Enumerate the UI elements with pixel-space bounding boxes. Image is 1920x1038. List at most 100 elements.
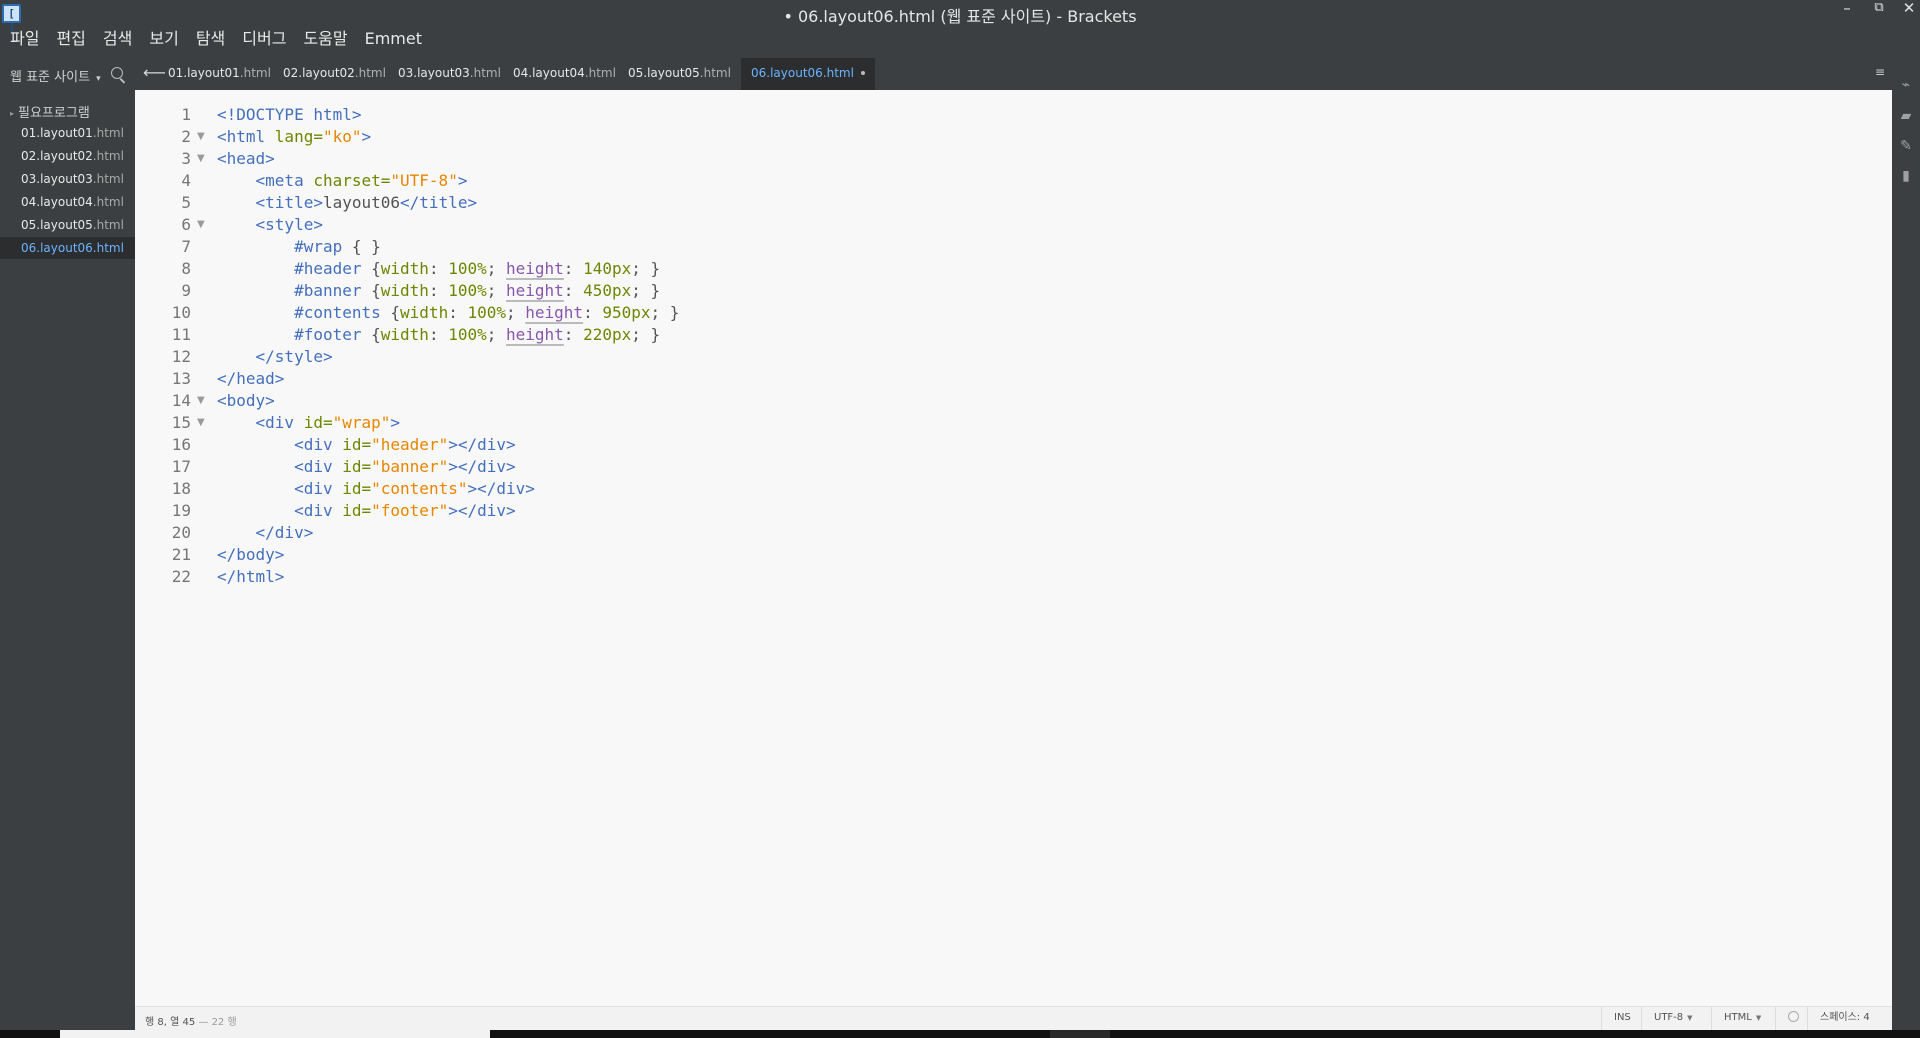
file-name: 03.layout03 (21, 172, 93, 186)
menu-debug[interactable]: 디버그 (232, 27, 293, 51)
lint-status-icon (1788, 1011, 1799, 1022)
file-ext: .html (92, 195, 124, 209)
code-line: <!DOCTYPE html> (217, 104, 362, 126)
menu-file[interactable]: 파일 (0, 27, 46, 51)
tab-label: 05.layout05 (628, 66, 700, 80)
menu-find[interactable]: 검색 (93, 27, 139, 51)
language-select[interactable]: HTML ▼ (1711, 1007, 1775, 1031)
tab-ext: .html (699, 66, 731, 80)
tab-03[interactable]: 03.layout03.html (388, 58, 511, 90)
code-token: 100% (448, 281, 487, 300)
indent-setting[interactable]: 스페이스: 4 (1807, 1007, 1892, 1031)
window-title: • 06.layout06.html (웹 표준 사이트) - Brackets (783, 7, 1137, 26)
code-line: <div id="banner"></div> (217, 456, 516, 478)
insert-mode-toggle[interactable]: INS (1601, 1007, 1641, 1031)
code-token: "banner" (371, 457, 449, 476)
code-token: 140px (583, 259, 632, 278)
encoding-select[interactable]: UTF-8 ▼ (1641, 1007, 1711, 1031)
code-token: ></div> (448, 501, 516, 520)
code-token: id= (342, 457, 372, 476)
code-token: ; } (650, 303, 680, 322)
code-token: id= (342, 435, 372, 454)
taskbar-item[interactable] (1050, 1030, 1110, 1038)
line-count: — 22 행 (198, 1017, 237, 1028)
code-token: width (380, 325, 429, 344)
tab-01[interactable]: 01.layout01.html (158, 58, 281, 90)
code-line: </div> (217, 522, 314, 544)
taskbar-search-field[interactable] (60, 1030, 490, 1038)
menu-help[interactable]: 도움말 (293, 27, 354, 51)
code-token: <style> (255, 215, 323, 234)
code-token: <div (294, 457, 343, 476)
tab-ext: .html (469, 66, 501, 80)
code-editor[interactable]: 1 2 3 4 5 6 7 8 9 10 11 12 13 14 15 16 1… (135, 90, 1892, 1006)
menu-edit[interactable]: 편집 (46, 27, 92, 51)
code-token: width (400, 303, 449, 322)
code-token: > (361, 127, 372, 146)
code-token: <title> (255, 193, 323, 212)
code-line: </head> (217, 368, 284, 390)
code-token: ; } (631, 325, 661, 344)
file-name: 04.layout04 (21, 195, 93, 209)
extension-manager-icon[interactable]: ▰ (1898, 108, 1914, 124)
tab-05[interactable]: 05.layout05.html (618, 58, 741, 90)
code-token: "footer" (371, 501, 449, 520)
code-token: <div (294, 479, 343, 498)
code-line: <div id="wrap"> (217, 412, 401, 434)
code-token: <div (255, 413, 304, 432)
tab-06[interactable]: 06.layout06.html (741, 58, 875, 90)
minimize-button[interactable]: – (1834, 0, 1860, 18)
linting-status[interactable] (1775, 1007, 1807, 1031)
title-bar: [ ] • 06.layout06.html (웹 표준 사이트) - Brac… (0, 0, 1920, 58)
chevron-down-icon: ▼ (1755, 1014, 1762, 1022)
code-token: </style> (255, 347, 333, 366)
beautify-wand-icon[interactable]: ✎ (1898, 138, 1914, 154)
code-token: <!DOCTYPE html> (217, 105, 362, 124)
code-token: : (428, 281, 449, 300)
code-token: width (380, 259, 429, 278)
tab-label: 01.layout01 (168, 66, 240, 80)
code-token: 100% (448, 259, 487, 278)
code-token: <head> (217, 149, 275, 168)
book-icon[interactable]: ▮ (1898, 168, 1914, 184)
code-token: <div (294, 501, 343, 520)
code-token: "UTF-8" (390, 171, 458, 190)
live-preview-icon[interactable]: ⌁ (1898, 77, 1914, 93)
code-token: ; (506, 303, 526, 322)
file-item-01[interactable]: 01.layout01.html (0, 122, 135, 144)
code-token: width (380, 281, 429, 300)
tab-04[interactable]: 04.layout04.html (503, 58, 626, 90)
menu-view[interactable]: 보기 (139, 27, 185, 51)
file-ext: .html (92, 149, 124, 163)
tab-02[interactable]: 02.layout02.html (273, 58, 396, 90)
tab-label: 06.layout06 (751, 66, 823, 80)
code-token: ; } (631, 259, 661, 278)
code-token: 220px (583, 325, 632, 344)
code-token: height (506, 281, 564, 300)
file-item-04[interactable]: 04.layout04.html (0, 191, 135, 213)
file-item-02[interactable]: 02.layout02.html (0, 145, 135, 167)
chevron-right-icon: ▸ (10, 109, 15, 118)
code-token: "header" (371, 435, 449, 454)
tab-menu-icon[interactable]: ≡ (1875, 65, 1885, 79)
code-token: id= (303, 413, 333, 432)
code-token: ></div> (467, 479, 535, 498)
file-ext: .html (92, 172, 124, 186)
menu-emmet[interactable]: Emmet (355, 27, 429, 51)
code-token: ; (486, 281, 506, 300)
maximize-button[interactable]: ⧉ (1866, 0, 1892, 18)
file-item-05[interactable]: 05.layout05.html (0, 214, 135, 236)
code-area[interactable]: <!DOCTYPE html> <html lang="ko"> <head> … (135, 104, 1892, 604)
code-line: <div id="contents"></div> (217, 478, 535, 500)
code-line: <head> (217, 148, 275, 170)
code-line: <div id="header"></div> (217, 434, 516, 456)
file-name: 01.layout01 (21, 126, 93, 140)
file-item-03[interactable]: 03.layout03.html (0, 168, 135, 190)
cursor-position[interactable]: 행 8, 열 45 — 22 행 (145, 1013, 237, 1028)
file-item-06[interactable]: 06.layout06.html (0, 237, 135, 259)
menu-navigate[interactable]: 탐색 (186, 27, 232, 51)
code-token: charset= (313, 171, 391, 190)
search-icon[interactable] (111, 67, 123, 79)
close-button[interactable]: ✕ (1896, 0, 1920, 18)
folder-item[interactable]: ▸ 필요프로그램 (10, 102, 90, 121)
